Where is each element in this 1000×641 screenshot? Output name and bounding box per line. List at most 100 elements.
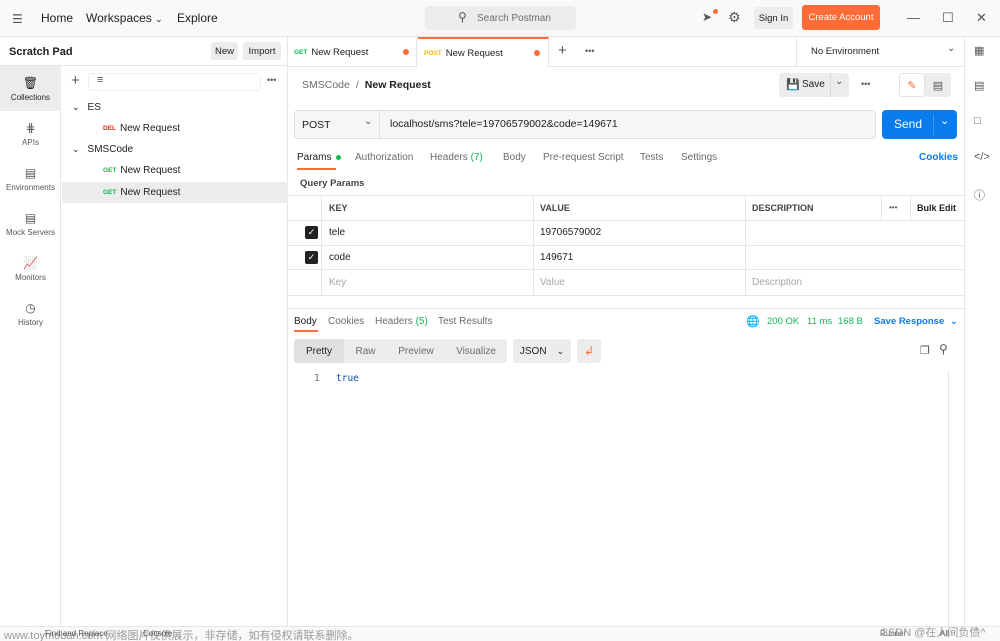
response-body-content[interactable]: true (336, 373, 359, 384)
param-key-placeholder[interactable]: Key (329, 277, 346, 288)
notification-dot (713, 9, 718, 14)
search-bar[interactable]: ⚲ Search Postman (425, 6, 576, 30)
minimize-icon[interactable]: — (907, 10, 920, 25)
maximize-icon[interactable]: ☐ (942, 10, 954, 26)
sidebar-item-monitors[interactable]: 📈 Monitors (0, 246, 61, 291)
chevron-down-icon: ⌄ (72, 144, 80, 154)
tab-tests[interactable]: Tests (640, 152, 663, 163)
url-input[interactable]: localhost/sms?tele=19706579002&code=1496… (390, 118, 618, 130)
settings-gear-icon[interactable]: ⚙ (728, 9, 741, 26)
param-key[interactable]: code (329, 252, 351, 263)
scrollbar[interactable] (948, 370, 958, 626)
response-size[interactable]: 168 B (838, 316, 863, 327)
add-icon[interactable]: + (71, 72, 80, 89)
response-tab-test-results[interactable]: Test Results (438, 316, 492, 327)
documentation-icon[interactable]: ▤ (974, 79, 984, 92)
method-badge: GET (103, 167, 117, 174)
bulk-edit-button[interactable]: Bulk Edit (917, 203, 956, 213)
table-border (881, 195, 882, 220)
nav-explore[interactable]: Explore (177, 11, 218, 25)
table-border (288, 269, 964, 270)
tab-settings[interactable]: Settings (681, 152, 717, 163)
sidebar-item-label: Monitors (15, 272, 46, 282)
param-checkbox[interactable]: ✓ (305, 251, 318, 264)
tab-body[interactable]: Body (503, 152, 526, 163)
response-tab-body[interactable]: Body (294, 316, 317, 327)
sign-in-button[interactable]: Sign In (754, 7, 793, 29)
new-button[interactable]: New (211, 42, 238, 60)
comments-icon[interactable]: □ (974, 115, 981, 127)
close-icon[interactable]: ✕ (976, 10, 987, 26)
satellite-icon[interactable]: ➤ (702, 10, 712, 24)
save-response-button[interactable]: Save Response ⌄ (874, 316, 958, 327)
tab-authorization[interactable]: Authorization (355, 152, 413, 163)
more-options-icon[interactable]: ••• (267, 75, 276, 85)
sidebar-item-history[interactable]: ◷ History (0, 291, 61, 336)
sidebar-item-environments[interactable]: ▤ Environments (0, 156, 61, 201)
nav-home[interactable]: Home (41, 11, 73, 25)
format-tab-preview[interactable]: Preview (387, 339, 445, 363)
format-select[interactable]: JSON ⌄ (513, 339, 571, 363)
copy-icon[interactable]: ❐ (920, 344, 930, 357)
sidebar-item-apis[interactable]: ⋕ APIs (0, 111, 61, 156)
find-replace-button[interactable]: Find and Replace (45, 629, 108, 638)
response-time[interactable]: 11 ms (807, 316, 832, 327)
info-icon[interactable]: ⓘ (974, 187, 985, 203)
more-tabs-icon[interactable]: ••• (585, 46, 594, 56)
environment-selector[interactable]: No Environment ⌄ (796, 37, 964, 67)
param-value[interactable]: 19706579002 (540, 227, 601, 238)
request-name: New Request (120, 165, 181, 176)
breadcrumb-parent[interactable]: SMSCode (302, 79, 350, 91)
sidebar-item-label: History (18, 317, 43, 327)
headers-count: (7) (470, 152, 483, 163)
chevron-down-icon[interactable]: ⌄ (940, 114, 949, 127)
format-tab-pretty[interactable]: Pretty (294, 339, 344, 363)
param-description-placeholder[interactable]: Description (752, 277, 802, 288)
nav-workspaces[interactable]: Workspaces ⌄ (86, 11, 163, 25)
request-name: New Request (120, 187, 181, 198)
tab-post-new-request[interactable]: POST New Request (418, 37, 549, 67)
response-tab-cookies[interactable]: Cookies (328, 316, 364, 327)
sidebar-item-mock-servers[interactable]: ▤ Mock Servers (0, 201, 61, 246)
save-button[interactable]: Save (802, 79, 825, 90)
tab-get-new-request[interactable]: GET New Request (288, 37, 417, 67)
column-options-icon[interactable]: ••• (889, 203, 897, 212)
tree-folder-smscode[interactable]: ⌄ SMSCode (62, 139, 288, 160)
api-icon[interactable]: ▦ (974, 44, 984, 57)
cookies-link[interactable]: Cookies (919, 152, 958, 163)
comment-icon[interactable]: ▤ (925, 73, 951, 97)
response-status[interactable]: 200 OK (767, 316, 799, 327)
add-tab-icon[interactable]: + (558, 42, 567, 59)
send-button[interactable]: Send ⌄ (882, 110, 957, 139)
monitors-icon: 📈 (23, 255, 38, 270)
chevron-down-icon: ⌄ (72, 102, 80, 112)
sidebar-item-collections[interactable]: 🗑 Collections (0, 66, 61, 111)
response-tab-headers[interactable]: Headers (5) (375, 316, 428, 327)
param-value-placeholder[interactable]: Value (540, 277, 565, 288)
search-icon[interactable]: ⚲ (939, 342, 948, 356)
more-actions-icon[interactable]: ••• (861, 79, 870, 89)
console-button[interactable]: Console (143, 629, 172, 638)
import-button[interactable]: Import (243, 42, 281, 60)
chevron-down-icon[interactable]: ⌄ (835, 76, 843, 87)
breadcrumb: SMSCode / New Request (302, 79, 431, 91)
tree-item[interactable]: GET New Request (62, 160, 288, 181)
menu-icon[interactable]: ☰ (12, 12, 23, 26)
tree-item-selected[interactable]: GET New Request (62, 182, 288, 203)
format-tab-raw[interactable]: Raw (344, 339, 387, 363)
param-value[interactable]: 149671 (540, 252, 573, 263)
edit-pencil-icon[interactable]: ✎ (899, 73, 925, 97)
tab-headers[interactable]: Headers (7) (430, 152, 483, 163)
tree-folder-es[interactable]: ⌄ ES (62, 97, 288, 118)
code-icon[interactable]: </> (974, 151, 990, 163)
param-key[interactable]: tele (329, 227, 345, 238)
method-select[interactable]: POST ⌄ (294, 110, 380, 139)
tab-prerequest-script[interactable]: Pre-request Script (543, 152, 624, 163)
create-account-button[interactable]: Create Account (802, 5, 880, 30)
tree-item[interactable]: DEL New Request (62, 118, 288, 139)
wrap-lines-icon[interactable]: ↲ (577, 339, 601, 363)
format-tab-visualize[interactable]: Visualize (445, 339, 507, 363)
param-checkbox[interactable]: ✓ (305, 226, 318, 239)
tab-params[interactable]: Params (297, 152, 342, 163)
filter-input[interactable] (88, 73, 261, 91)
